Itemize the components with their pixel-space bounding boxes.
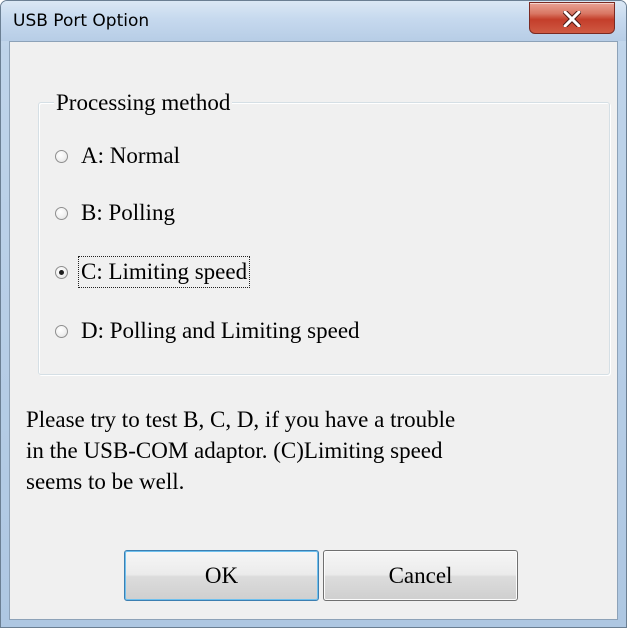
group-legend: Processing method <box>54 89 233 117</box>
radio-selected-dot <box>59 269 64 275</box>
radio-button[interactable] <box>55 149 68 163</box>
cancel-button[interactable]: Cancel <box>323 550 518 601</box>
radio-label: A: Normal <box>81 143 181 168</box>
help-note-line: in the USB-COM adaptor. (C)Limiting spee… <box>26 438 443 463</box>
help-note: Please try to test B, C, D, if you have … <box>26 404 616 497</box>
radio-option-d[interactable]: D: Polling and Limiting speed <box>55 314 361 348</box>
radio-option-b[interactable]: B: Polling <box>55 196 176 230</box>
dialog-content: Processing method A: Normal B: Polling C… <box>9 41 618 620</box>
ok-button[interactable]: OK <box>124 550 319 601</box>
help-note-line: seems to be well. <box>26 469 185 494</box>
radio-label: D: Polling and Limiting speed <box>81 318 360 343</box>
radio-button[interactable] <box>55 324 68 338</box>
radio-label: C: Limiting speed <box>77 256 251 288</box>
radio-option-a[interactable]: A: Normal <box>55 139 181 173</box>
radio-option-c[interactable]: C: Limiting speed <box>55 255 251 289</box>
radio-button[interactable] <box>55 206 68 220</box>
close-button[interactable] <box>529 2 615 34</box>
dialog-window: USB Port Option Processing method A: Nor… <box>0 0 627 628</box>
title-bar[interactable]: USB Port Option <box>1 1 626 41</box>
window-title: USB Port Option <box>13 11 150 31</box>
radio-label: B: Polling <box>81 200 175 225</box>
help-note-line: Please try to test B, C, D, if you have … <box>26 407 456 432</box>
close-icon <box>563 11 581 27</box>
radio-button-selected[interactable] <box>55 265 68 279</box>
